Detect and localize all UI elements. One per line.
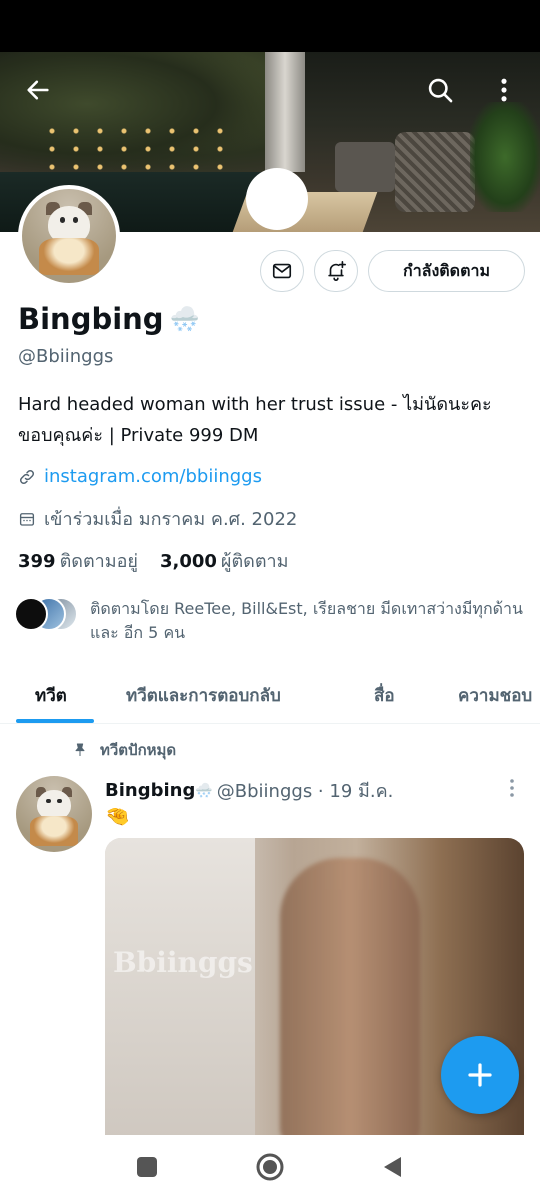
banner-plants: [470, 102, 540, 212]
profile-bio: Hard headed woman with her trust issue -…: [18, 394, 492, 446]
banner-chair: [395, 132, 475, 212]
tweet-header[interactable]: Bingbing 🌨️ @Bbiinggs · 19 มี.ค.: [105, 776, 393, 805]
tweet-author-name: Bingbing: [105, 780, 196, 801]
profile-joined-row: เข้าร่วมเมื่อ มกราคม ค.ศ. 2022: [18, 504, 297, 533]
search-button[interactable]: [420, 70, 460, 110]
profile-stats: 399 ติดตามอยู่ 3,000 ผู้ติดตาม: [18, 546, 289, 575]
profile-website-row: instagram.com/bbiinggs: [18, 466, 262, 487]
followers-stat[interactable]: 3,000 ผู้ติดตาม: [160, 546, 289, 575]
pinned-tweet-label: ทวีตปักหมุด: [72, 738, 176, 762]
calendar-icon: [19, 512, 35, 526]
back-button[interactable]: [18, 70, 58, 110]
more-vertical-icon: [501, 78, 507, 102]
link-icon: [19, 469, 35, 484]
following-label: ติดตามอยู่: [59, 551, 138, 572]
tweet-text: 🤏: [105, 804, 130, 828]
following-stat[interactable]: 399 ติดตามอยู่: [18, 546, 138, 575]
profile-name-text: Bingbing: [18, 302, 164, 336]
profile-name: Bingbing 🌨️: [18, 302, 199, 336]
bell-plus-icon: [328, 261, 346, 281]
profile-avatar[interactable]: [18, 185, 120, 287]
plus-icon: [468, 1063, 492, 1087]
snow-cloud-icon: 🌨️: [195, 782, 213, 799]
triangle-back-icon: [384, 1157, 401, 1177]
recents-button[interactable]: [129, 1149, 165, 1185]
banner-white-orb: [246, 168, 308, 230]
tab-tweets-replies[interactable]: ทวีตและการตอบกลับ: [126, 682, 281, 709]
more-options-button[interactable]: [484, 70, 524, 110]
status-bar: [0, 0, 540, 52]
followed-by-avatars: [14, 597, 80, 633]
search-icon: [428, 78, 453, 103]
banner-sofa: [335, 142, 395, 192]
system-nav-bar: [0, 1135, 540, 1200]
tab-tweets[interactable]: ทวีต: [35, 682, 67, 709]
banner-umbrella: [265, 52, 305, 172]
profile-handle: @Bbiinggs: [18, 346, 114, 367]
tweet-author-avatar[interactable]: [16, 776, 92, 852]
tweet-more-icon[interactable]: [504, 778, 520, 798]
profile-tabs: ทวีต ทวีตและการตอบกลับ สื่อ ความชอบ: [0, 668, 540, 724]
compose-tweet-button[interactable]: [441, 1036, 519, 1114]
followers-label: ผู้ติดตาม: [220, 551, 289, 572]
followed-by-text: ติดตามโดย ReeTee, Bill&Est, เรียลชาย มีด…: [90, 599, 523, 642]
cat-avatar-image: [16, 776, 92, 852]
circle-home-icon: [256, 1153, 284, 1181]
website-link[interactable]: instagram.com/bbiinggs: [44, 466, 262, 487]
home-button[interactable]: [252, 1149, 288, 1185]
active-tab-indicator: [16, 719, 94, 723]
followers-count: 3,000: [159, 551, 217, 572]
notifications-button[interactable]: [314, 250, 358, 292]
pinned-label-text: ทวีตปักหมุด: [100, 741, 177, 759]
media-watermark: Bbiinggs: [113, 946, 253, 979]
tab-media[interactable]: สื่อ: [374, 682, 395, 709]
square-icon: [137, 1157, 157, 1177]
mini-avatar: [14, 597, 48, 631]
tab-likes[interactable]: ความชอบ: [458, 682, 532, 709]
joined-date: เข้าร่วมเมื่อ มกราคม ค.ศ. 2022: [44, 509, 298, 530]
cat-avatar-image: [22, 189, 116, 283]
pin-icon: [75, 743, 85, 756]
snow-cloud-icon: 🌨️: [169, 305, 200, 333]
mail-icon: [272, 263, 292, 279]
following-button[interactable]: กำลังติดตาม: [368, 250, 525, 292]
followed-by-row[interactable]: ติดตามโดย ReeTee, Bill&Est, เรียลชาย มีด…: [14, 597, 534, 645]
following-count: 399: [18, 551, 56, 572]
message-button[interactable]: [260, 250, 304, 292]
media-figure: [280, 858, 420, 1138]
arrow-left-icon: [27, 80, 49, 100]
media-door: [105, 838, 255, 1138]
tweet-meta: @Bbiinggs · 19 มี.ค.: [216, 781, 394, 802]
nav-back-button[interactable]: [374, 1149, 410, 1185]
